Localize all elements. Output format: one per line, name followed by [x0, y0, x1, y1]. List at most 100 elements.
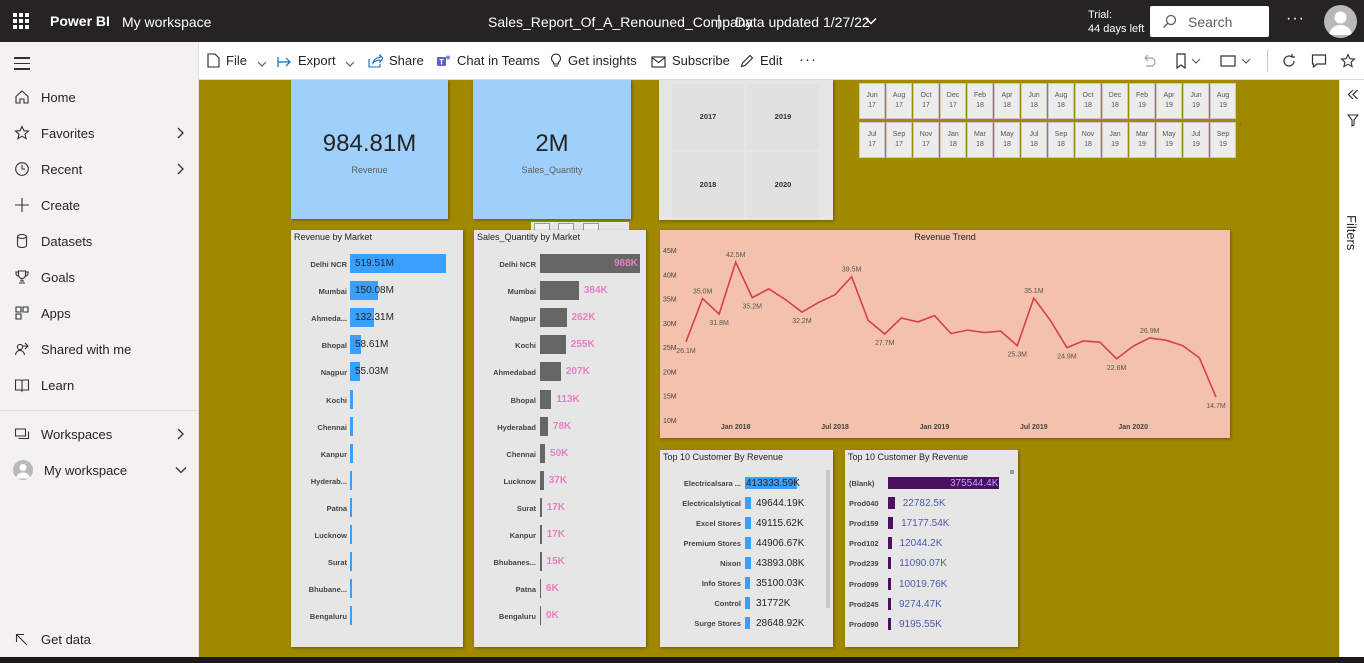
share-button[interactable]: Share: [368, 53, 424, 68]
month-tile[interactable]: Jul 19: [1183, 122, 1209, 158]
favorite-star-icon[interactable]: [1340, 53, 1356, 72]
quantity-bar[interactable]: [540, 470, 544, 490]
product-bar[interactable]: [888, 497, 895, 510]
bookmark-icon[interactable]: [1174, 53, 1202, 72]
chevron-right-icon[interactable]: [175, 127, 185, 142]
revenue-card[interactable]: 984.81M Revenue: [291, 80, 448, 219]
revenue-bar[interactable]: [350, 497, 352, 517]
revenue-by-market-chart[interactable]: Revenue by Market Delhi NCR 519.51M Mumbai…: [291, 230, 463, 647]
month-tile[interactable]: Oct 17: [913, 83, 939, 119]
scrollbar[interactable]: [1010, 470, 1014, 474]
month-tile[interactable]: Oct 18: [1075, 83, 1101, 119]
month-tile[interactable]: Aug 17: [886, 83, 912, 119]
month-tile[interactable]: Sep 19: [1210, 122, 1236, 158]
month-tile[interactable]: May 19: [1156, 122, 1182, 158]
month-tile[interactable]: Sep 17: [886, 122, 912, 158]
more-commands-icon[interactable]: ···: [799, 51, 817, 68]
chevron-down-icon[interactable]: [864, 14, 878, 31]
expand-chevron-icon[interactable]: [1346, 88, 1359, 104]
get-insights-button[interactable]: Get insights: [550, 53, 637, 68]
year-tile[interactable]: 2018: [672, 152, 744, 218]
sales-quantity-by-market-chart[interactable]: Sales_Quantity by Market Delhi NCR 988K Mu…: [474, 230, 646, 647]
revenue-bar[interactable]: [350, 606, 352, 626]
month-tile[interactable]: Jun 19: [1183, 83, 1209, 119]
edit-button[interactable]: Edit: [740, 53, 782, 68]
slicer-next-arrow-icon[interactable]: ›: [1239, 118, 1242, 129]
quantity-bar[interactable]: [540, 335, 566, 355]
quantity-bar[interactable]: [540, 308, 567, 328]
chevron-right-icon[interactable]: [175, 428, 185, 443]
revenue-bar[interactable]: [350, 552, 352, 572]
nav-item-home[interactable]: Home: [0, 80, 199, 116]
undo-icon[interactable]: [1141, 53, 1157, 72]
quantity-bar[interactable]: [540, 362, 561, 382]
year-tile[interactable]: 2017: [672, 84, 744, 150]
refresh-icon[interactable]: [1281, 53, 1297, 72]
customer-bar[interactable]: [745, 617, 750, 629]
revenue-bar[interactable]: [350, 443, 353, 463]
app-launcher-icon[interactable]: [13, 13, 29, 29]
month-tile[interactable]: Mar 18: [967, 122, 993, 158]
month-tile[interactable]: Apr 18: [994, 83, 1020, 119]
quantity-bar[interactable]: [540, 552, 542, 572]
month-tile[interactable]: Sep 18: [1048, 122, 1074, 158]
quantity-bar[interactable]: [540, 281, 579, 301]
data-updated-label[interactable]: Data updated 1/27/22: [735, 14, 870, 30]
top-products-chart[interactable]: Top 10 Customer By Revenue (Blank) 375544…: [845, 450, 1018, 647]
customer-bar[interactable]: [745, 557, 751, 569]
customer-bar[interactable]: [745, 517, 752, 529]
year-tile[interactable]: 2020: [747, 152, 819, 218]
nav-item-create[interactable]: Create: [0, 188, 199, 224]
product-bar[interactable]: [888, 597, 891, 610]
workspace-link[interactable]: My workspace: [122, 14, 211, 30]
quantity-bar[interactable]: [540, 443, 546, 463]
month-tile[interactable]: Jan 19: [1102, 122, 1128, 158]
revenue-bar[interactable]: [350, 579, 352, 599]
month-tile[interactable]: Nov 17: [913, 122, 939, 158]
nav-item-workspaces[interactable]: Workspaces: [0, 417, 199, 453]
top-customers-chart[interactable]: Top 10 Customer By Revenue Electricalsar…: [660, 450, 833, 647]
customer-bar[interactable]: [745, 497, 752, 509]
more-options-icon[interactable]: ···: [1286, 10, 1305, 28]
month-tile[interactable]: Nov 18: [1075, 122, 1101, 158]
export-menu-button[interactable]: Export: [277, 53, 361, 68]
nav-item-apps[interactable]: Apps: [0, 296, 199, 332]
quantity-bar[interactable]: [540, 497, 542, 517]
revenue-bar[interactable]: [350, 389, 354, 409]
month-tile[interactable]: Mar 19: [1129, 122, 1155, 158]
hamburger-menu-icon[interactable]: [14, 57, 30, 74]
filters-pane[interactable]: Filters: [1339, 80, 1364, 663]
quantity-bar[interactable]: [540, 579, 541, 599]
month-tile[interactable]: Apr 19: [1156, 83, 1182, 119]
quantity-bar[interactable]: [540, 416, 548, 436]
view-mode-icon[interactable]: [1220, 53, 1252, 72]
year-tile[interactable]: 2019: [747, 84, 819, 150]
month-tile[interactable]: Aug 19: [1210, 83, 1236, 119]
chevron-right-icon[interactable]: [175, 163, 185, 178]
nav-item-goals[interactable]: Goals: [0, 260, 199, 296]
month-tile[interactable]: Aug 18: [1048, 83, 1074, 119]
product-bar[interactable]: [888, 577, 891, 590]
sales-quantity-card[interactable]: 2M Sales_Quantity: [473, 80, 631, 219]
month-tile[interactable]: Dec 17: [940, 83, 966, 119]
revenue-bar[interactable]: [350, 416, 353, 436]
month-tile[interactable]: May 18: [994, 122, 1020, 158]
product-bar[interactable]: [888, 537, 892, 550]
month-tile[interactable]: Dec 18: [1102, 83, 1128, 119]
quantity-bar[interactable]: [540, 525, 542, 544]
product-bar[interactable]: [888, 517, 894, 530]
customer-bar[interactable]: [745, 577, 750, 589]
quantity-bar[interactable]: [540, 606, 541, 626]
chevron-down-icon[interactable]: [175, 464, 187, 479]
revenue-bar[interactable]: [350, 525, 352, 544]
month-tile[interactable]: Jan 18: [940, 122, 966, 158]
quantity-bar[interactable]: [540, 389, 552, 409]
nav-item-recent[interactable]: Recent: [0, 152, 199, 188]
brand-name[interactable]: Power BI: [50, 13, 110, 29]
nav-item-favorites[interactable]: Favorites: [0, 116, 199, 152]
file-menu-button[interactable]: File: [207, 53, 273, 68]
nav-item-get-data[interactable]: Get data: [0, 622, 199, 658]
month-tile[interactable]: Feb 18: [967, 83, 993, 119]
subscribe-button[interactable]: Subscribe: [651, 53, 730, 68]
chat-in-teams-button[interactable]: Chat in Teams: [436, 53, 540, 68]
